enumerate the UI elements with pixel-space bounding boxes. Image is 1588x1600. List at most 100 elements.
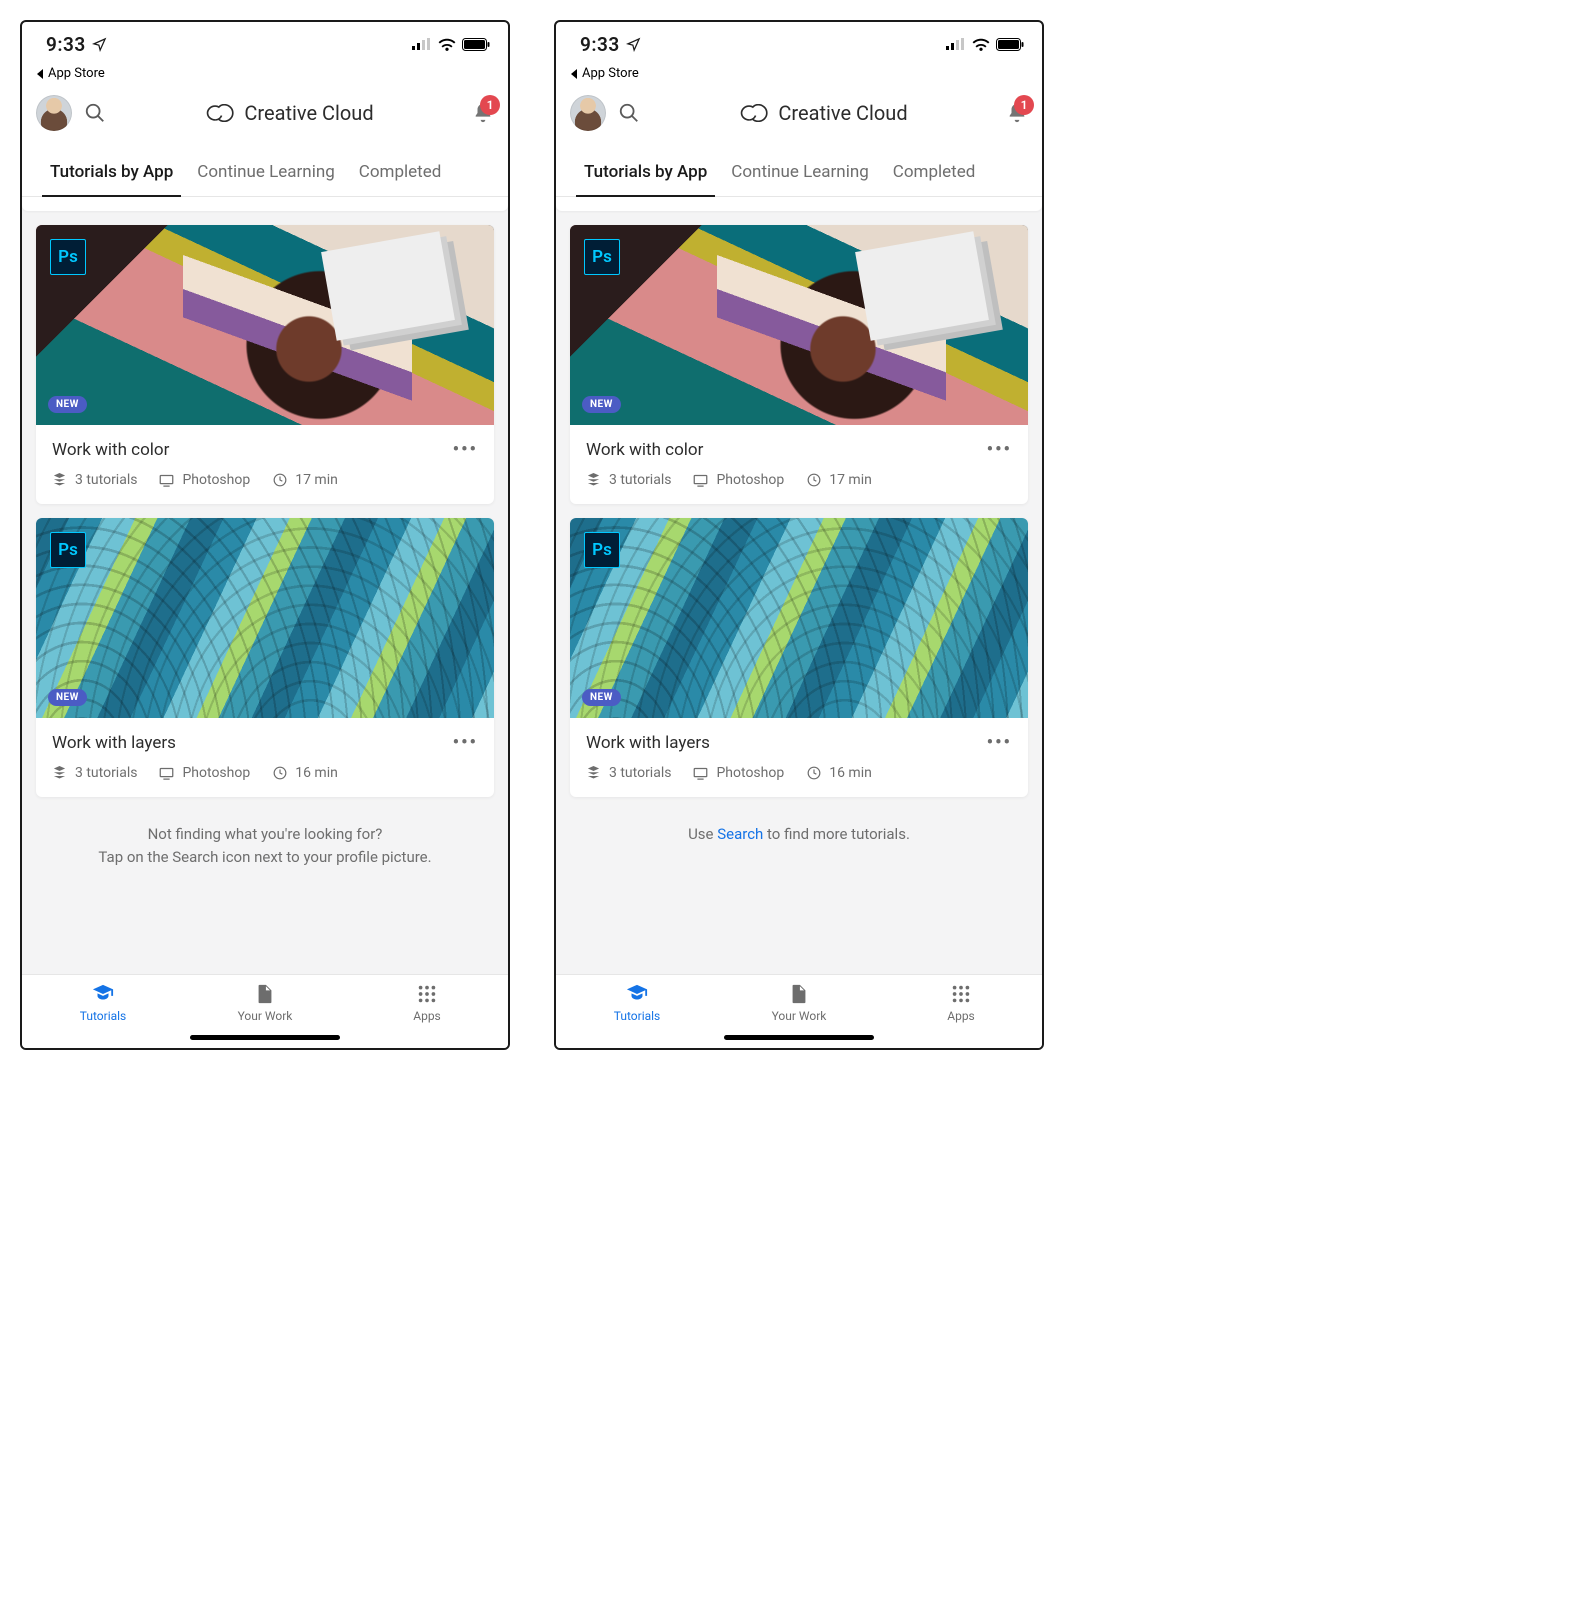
duration-icon	[806, 473, 821, 488]
tab-continue-learning[interactable]: Continue Learning	[719, 150, 880, 196]
nav-tutorials[interactable]: Tutorials	[577, 983, 697, 1023]
notification-badge: 1	[480, 95, 500, 115]
creative-cloud-icon	[206, 104, 234, 122]
ps-app-badge: Ps	[584, 532, 620, 568]
tutorial-meta: 3 tutorials Photoshop 17 min	[52, 472, 478, 488]
duration-icon	[806, 766, 821, 781]
tutorial-thumbnail: Ps NEW	[570, 225, 1028, 425]
location-arrow-icon	[92, 37, 107, 52]
new-tag: NEW	[582, 396, 621, 413]
tab-completed[interactable]: Completed	[347, 150, 454, 196]
tutorial-title: Work with color	[586, 440, 703, 460]
tabs: Tutorials by App Continue Learning Compl…	[556, 150, 1042, 197]
nav-your-work[interactable]: Your Work	[739, 983, 859, 1023]
home-indicator[interactable]	[190, 1035, 340, 1040]
previous-card-peek	[556, 197, 1042, 211]
ps-app-badge: Ps	[50, 239, 86, 275]
tutorial-thumbnail: Ps NEW	[36, 518, 494, 718]
more-button[interactable]: •••	[453, 732, 478, 753]
home-indicator[interactable]	[724, 1035, 874, 1040]
graduation-cap-icon	[626, 983, 648, 1005]
tab-tutorials-by-app[interactable]: Tutorials by App	[38, 150, 185, 196]
new-tag: NEW	[48, 689, 87, 706]
tutorial-card[interactable]: Ps NEW Work with color ••• 3 tutorials	[36, 225, 494, 504]
tutorials-count-icon	[52, 473, 67, 488]
search-button[interactable]	[82, 100, 108, 126]
tab-tutorials-by-app[interactable]: Tutorials by App	[572, 150, 719, 196]
search-icon	[618, 102, 640, 124]
more-button[interactable]: •••	[987, 732, 1012, 753]
app-icon	[693, 473, 708, 488]
previous-card-peek	[22, 197, 508, 211]
back-to-app-store[interactable]: App Store	[556, 66, 1042, 87]
tutorial-thumbnail: Ps NEW	[36, 225, 494, 425]
app-icon	[159, 766, 174, 781]
app-header: Creative Cloud 1	[556, 87, 1042, 150]
notification-badge: 1	[1014, 95, 1034, 115]
phone-left: 9:33 App Store Creative Cloud 1 Tutorial…	[20, 20, 510, 1050]
duration-icon	[272, 766, 287, 781]
new-tag: NEW	[582, 689, 621, 706]
search-icon	[84, 102, 106, 124]
app-title: Creative Cloud	[778, 101, 907, 125]
app-title: Creative Cloud	[244, 101, 373, 125]
new-tag: NEW	[48, 396, 87, 413]
back-to-app-store[interactable]: App Store	[22, 66, 508, 87]
status-bar: 9:33	[556, 22, 1042, 66]
nav-apps[interactable]: Apps	[367, 983, 487, 1023]
notifications-button[interactable]: 1	[472, 101, 494, 125]
battery-icon	[462, 38, 490, 51]
cellular-icon	[412, 38, 432, 50]
back-caret-icon	[570, 69, 578, 79]
more-button[interactable]: •••	[987, 439, 1012, 460]
tutorial-meta: 3 tutorials Photoshop 17 min	[586, 472, 1012, 488]
avatar[interactable]	[570, 95, 606, 131]
search-link[interactable]: Search	[717, 825, 763, 843]
ps-app-badge: Ps	[50, 532, 86, 568]
app-header: Creative Cloud 1	[22, 87, 508, 150]
tab-completed[interactable]: Completed	[881, 150, 988, 196]
tutorial-thumbnail: Ps NEW	[570, 518, 1028, 718]
graduation-cap-icon	[92, 983, 114, 1005]
tutorial-title: Work with color	[52, 440, 169, 460]
ps-app-badge: Ps	[584, 239, 620, 275]
content-area[interactable]: Ps NEW Work with color ••• 3 tutorials P…	[556, 197, 1042, 974]
apps-grid-icon	[416, 983, 438, 1005]
back-caret-icon	[36, 69, 44, 79]
wifi-icon	[438, 38, 456, 51]
tutorials-count-icon	[52, 766, 67, 781]
footer-hint: Use Search to find more tutorials.	[556, 811, 1042, 846]
tutorial-card[interactable]: Ps NEW Work with layers ••• 3 tutorials	[36, 518, 494, 797]
nav-your-work[interactable]: Your Work	[205, 983, 325, 1023]
tutorial-card[interactable]: Ps NEW Work with color ••• 3 tutorials P…	[570, 225, 1028, 504]
cellular-icon	[946, 38, 966, 50]
status-bar: 9:33	[22, 22, 508, 66]
more-button[interactable]: •••	[453, 439, 478, 460]
tutorial-title: Work with layers	[52, 733, 176, 753]
notifications-button[interactable]: 1	[1006, 101, 1028, 125]
phone-right: 9:33 App Store Creative Cloud 1 Tutorial…	[554, 20, 1044, 1050]
tutorials-count-icon	[586, 766, 601, 781]
duration-icon	[272, 473, 287, 488]
status-time: 9:33	[580, 33, 620, 56]
search-button[interactable]	[616, 100, 642, 126]
tutorial-title: Work with layers	[586, 733, 710, 753]
apps-grid-icon	[950, 983, 972, 1005]
wifi-icon	[972, 38, 990, 51]
file-icon	[254, 983, 276, 1005]
location-arrow-icon	[626, 37, 641, 52]
footer-hint: Not finding what you're looking for? Tap…	[22, 811, 508, 868]
nav-tutorials[interactable]: Tutorials	[43, 983, 163, 1023]
avatar[interactable]	[36, 95, 72, 131]
battery-icon	[996, 38, 1024, 51]
nav-apps[interactable]: Apps	[901, 983, 1021, 1023]
app-icon	[693, 766, 708, 781]
file-icon	[788, 983, 810, 1005]
tab-continue-learning[interactable]: Continue Learning	[185, 150, 346, 196]
tutorial-meta: 3 tutorials Photoshop 16 min	[52, 765, 478, 781]
status-time: 9:33	[46, 33, 86, 56]
creative-cloud-icon	[740, 104, 768, 122]
content-area[interactable]: Ps NEW Work with color ••• 3 tutorials	[22, 197, 508, 974]
tutorial-meta: 3 tutorials Photoshop 16 min	[586, 765, 1012, 781]
tutorial-card[interactable]: Ps NEW Work with layers ••• 3 tutorials …	[570, 518, 1028, 797]
